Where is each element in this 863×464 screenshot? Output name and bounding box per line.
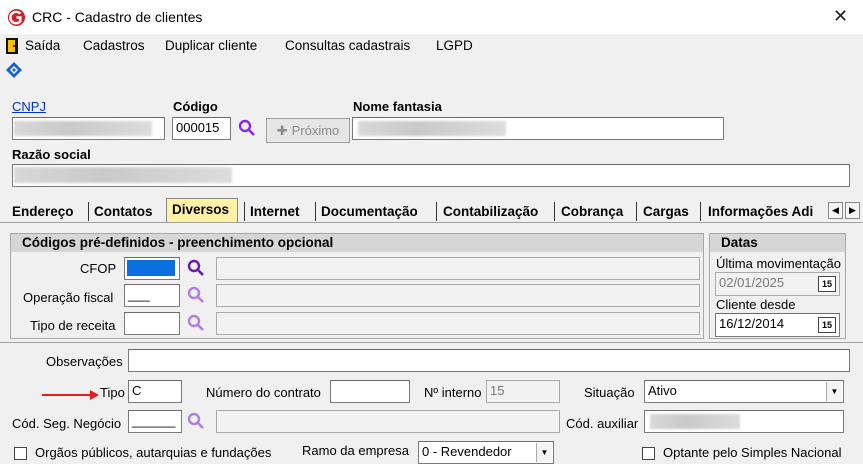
proximo-button[interactable]: ✚ Próximo: [266, 118, 350, 143]
cfop-input[interactable]: [124, 257, 180, 280]
chevron-down-icon-2[interactable]: ▼: [536, 443, 552, 462]
cod-seg-negocio-label: Cód. Seg. Negócio: [12, 416, 122, 431]
exit-door-icon: [6, 38, 18, 54]
datas-group-title: Datas: [710, 234, 845, 252]
cod-seg-negocio-input[interactable]: ______: [128, 410, 182, 433]
ultima-movimentacao-label: Última movimentação: [716, 256, 841, 271]
situacao-label: Situação: [584, 385, 635, 400]
orgaos-publicos-label: Orgãos públicos, autarquias e fundações: [35, 445, 272, 460]
tab-contatos[interactable]: Contatos: [94, 204, 153, 219]
red-arrow-annotation: [42, 390, 99, 400]
tab-separator: [436, 202, 437, 221]
tipo-input[interactable]: C: [128, 380, 182, 403]
codigo-label: Código: [173, 99, 218, 114]
numero-contrato-label: Número do contrato: [206, 385, 321, 400]
app-logo-icon: [7, 8, 26, 27]
calendar-icon-2[interactable]: 15: [818, 317, 836, 333]
tipo-receita-input[interactable]: [124, 312, 180, 335]
seg-description: [216, 410, 560, 433]
menu-consultas-cadastrais[interactable]: Consultas cadastrais: [285, 38, 410, 53]
menu-lgpd[interactable]: LGPD: [436, 38, 473, 53]
tab-endereco[interactable]: Endereço: [12, 204, 74, 219]
cfop-label: CFOP: [80, 261, 117, 276]
numero-interno-label: Nº interno: [424, 385, 482, 400]
cfop-description: [216, 257, 700, 280]
tab-separator: [88, 202, 89, 221]
tab-separator: [554, 202, 555, 221]
orgaos-publicos-checkbox[interactable]: [14, 447, 27, 460]
cliente-desde-label: Cliente desde: [716, 297, 796, 312]
triangle-right-icon: ▶: [849, 205, 856, 215]
tab-internet[interactable]: Internet: [250, 204, 300, 219]
tab-documentacao[interactable]: Documentação: [321, 204, 418, 219]
observacoes-input[interactable]: [128, 349, 850, 372]
menu-saida[interactable]: Saída: [25, 38, 60, 53]
numero-interno-input: 15: [486, 380, 560, 403]
window-title: CRC - Cadastro de clientes: [32, 9, 203, 25]
tab-separator: [244, 202, 245, 221]
simples-nacional-label: Optante pelo Simples Nacional: [663, 445, 842, 460]
tab-diversos[interactable]: Diversos: [172, 202, 229, 217]
search-icon[interactable]: [238, 119, 256, 137]
situacao-select[interactable]: Ativo ▼: [644, 380, 844, 403]
menu-duplicar-cliente[interactable]: Duplicar cliente: [165, 38, 257, 53]
section-separator: [0, 342, 863, 343]
tab-cobranca[interactable]: Cobrança: [561, 204, 623, 219]
codigo-input[interactable]: 000015: [172, 117, 231, 140]
chevron-down-icon[interactable]: ▼: [826, 382, 842, 401]
cnpj-redacted: [14, 121, 152, 136]
cfop-search-icon[interactable]: [187, 259, 205, 277]
operacao-fiscal-input[interactable]: ___: [124, 284, 180, 307]
tab-scroll-right-button[interactable]: ▶: [845, 202, 860, 219]
receita-description: [216, 312, 700, 335]
tab-separator: [700, 202, 701, 221]
operacao-description: [216, 284, 700, 307]
seg-search-icon[interactable]: [187, 412, 205, 430]
calendar-icon[interactable]: 15: [818, 276, 836, 292]
cnpj-link[interactable]: CNPJ: [12, 99, 46, 114]
tab-cargas[interactable]: Cargas: [643, 204, 689, 219]
observacoes-label: Observações: [46, 354, 123, 369]
operacao-fiscal-label: Operação fiscal: [23, 290, 114, 305]
tab-separator: [315, 202, 316, 221]
close-button[interactable]: ✕: [833, 6, 848, 27]
tipo-label: Tipo: [100, 385, 125, 400]
tab-bar-baseline: [0, 222, 863, 223]
codigos-group-title: Códigos pré-definidos - preenchimento op…: [11, 234, 703, 252]
diamond-arrows-icon[interactable]: [5, 61, 23, 79]
simples-nacional-checkbox[interactable]: [642, 447, 655, 460]
tab-informacoes-adicionais[interactable]: Informações Adi: [708, 204, 824, 219]
tipo-receita-label: Tipo de receita: [30, 318, 116, 333]
cod-auxiliar-redacted: [650, 414, 740, 429]
nome-fantasia-label: Nome fantasia: [353, 99, 442, 114]
cod-auxiliar-label: Cód. auxiliar: [566, 416, 639, 431]
tab-contabilizacao[interactable]: Contabilização: [443, 204, 538, 219]
plus-icon: ✚: [276, 122, 288, 138]
cfop-selection: [127, 260, 175, 276]
razao-social-redacted: [14, 167, 232, 183]
triangle-left-icon: ◀: [832, 205, 839, 215]
ramo-empresa-select[interactable]: 0 - Revendedor ▼: [418, 441, 554, 464]
nome-fantasia-redacted: [358, 121, 506, 136]
tab-separator: [636, 202, 637, 221]
tab-scroll-left-button[interactable]: ◀: [828, 202, 843, 219]
razao-social-label: Razão social: [12, 147, 91, 162]
operacao-search-icon[interactable]: [187, 286, 205, 304]
numero-contrato-input[interactable]: [330, 380, 410, 403]
receita-search-icon[interactable]: [187, 314, 205, 332]
menu-cadastros[interactable]: Cadastros: [83, 38, 145, 53]
